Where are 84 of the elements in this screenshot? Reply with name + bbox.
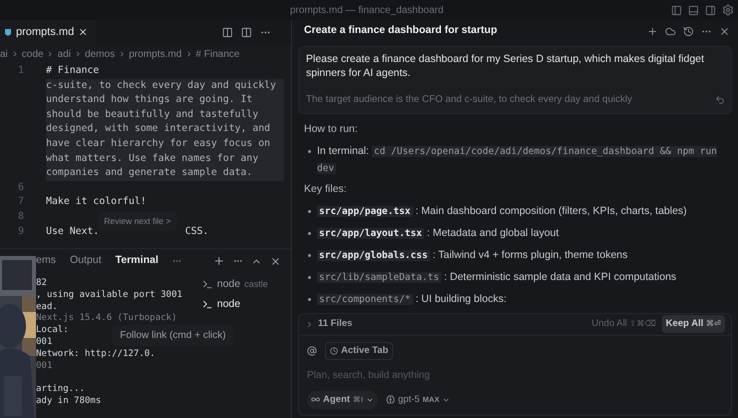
code-line: what matters. Use fake names for any xyxy=(46,152,258,166)
files-summary[interactable]: 11 Files xyxy=(318,316,352,332)
undo-all-button[interactable]: Undo All ⇧⌘⌫ xyxy=(592,316,656,332)
close-icon[interactable] xyxy=(270,256,281,266)
code-line: have clear hierarchy for easy focus on xyxy=(46,136,270,151)
secondary-sidebar-icon[interactable] xyxy=(705,4,716,16)
split-editor-icon[interactable] xyxy=(241,26,252,38)
editor-tab[interactable]: prompts.md xyxy=(0,20,96,44)
chat-title: Create a finance dashboard for startup xyxy=(304,23,498,38)
bullet-icon xyxy=(308,210,311,212)
bullet-text: src/app/page.tsx : Main dashboard composition (filters, KPIs, charts, tables) xyxy=(317,204,687,218)
link-tooltip: Follow link (cmd + click) xyxy=(112,325,234,346)
line-number: 8 xyxy=(18,210,24,222)
history-icon[interactable] xyxy=(683,26,694,36)
window-title: prompts.md — finance_dashboard xyxy=(290,4,444,18)
code-line: CSS. xyxy=(185,224,209,239)
code-line: companies and generate sample data. xyxy=(46,166,252,180)
settings-icon[interactable] xyxy=(722,4,734,16)
line-number: 1 xyxy=(18,65,24,76)
terminal-line: 001 xyxy=(36,360,52,371)
bullet-text: In terminal: cd /Users/openai/code/adi/demos/finance_dashboard && npm run dev xyxy=(317,144,718,176)
terminal-line: Next.js 15.4.6 (Turbopack) xyxy=(36,313,177,324)
bullet-icon xyxy=(308,254,311,256)
brain-icon xyxy=(386,395,396,404)
breadcrumb-item[interactable]: # Finance xyxy=(196,46,240,62)
code-line: # Finance xyxy=(46,64,100,78)
mention-icon[interactable] xyxy=(307,346,317,356)
bullet-icon xyxy=(308,298,311,300)
terminal-icon xyxy=(202,279,213,290)
new-terminal-icon[interactable] xyxy=(213,255,225,267)
panel-toggle-icon[interactable] xyxy=(688,4,699,16)
terminal-icon xyxy=(202,299,213,310)
infinity-icon xyxy=(311,395,320,404)
markdown-file-icon xyxy=(4,28,12,36)
terminal-line: ady in 780ms xyxy=(36,396,102,406)
breadcrumb-item[interactable]: code xyxy=(22,46,44,62)
breadcrumb-item[interactable]: prompts.md xyxy=(128,46,182,62)
section-heading: How to run: xyxy=(304,122,359,137)
new-chat-icon[interactable] xyxy=(647,26,658,36)
bullet-icon xyxy=(308,276,311,278)
section-heading: Key files: xyxy=(304,182,348,197)
undo-icon[interactable] xyxy=(715,95,725,105)
bullet-text: src/app/layout.tsx : Metadata and global layout xyxy=(317,226,559,240)
panel-tab[interactable]: Terminal xyxy=(115,253,158,269)
expand-icon[interactable] xyxy=(305,320,314,328)
bullet-text: src/components/* : UI building blocks: xyxy=(317,292,506,306)
line-number: 7 xyxy=(18,196,24,208)
bullet-text: src/lib/sampleData.ts : Deterministic sample data and KPI computations xyxy=(317,270,676,284)
terminal-list-item[interactable]: node castle xyxy=(202,277,291,293)
terminal-line: arting... xyxy=(36,384,85,394)
cloud-icon[interactable] xyxy=(665,26,676,36)
terminal-line: Local: xyxy=(36,325,69,336)
code-line: Use Next. xyxy=(46,224,100,239)
context-chip[interactable]: Active Tab xyxy=(325,342,394,360)
terminal-line: ead. xyxy=(36,302,58,312)
breadcrumb-item[interactable]: ai xyxy=(0,46,8,62)
prompt-text: The target audience is the CFO and c-suite, to check every day and quickly xyxy=(306,93,634,107)
code-line: designed, with some interactivity, and xyxy=(46,122,270,136)
bullet-icon xyxy=(308,150,311,153)
breadcrumb-item[interactable]: adi xyxy=(57,46,71,62)
terminal-line: 001 xyxy=(36,336,52,347)
breadcrumb-item[interactable]: demos xyxy=(84,46,115,62)
preview-icon[interactable] xyxy=(222,26,233,38)
bullet-text: src/app/globals.css : Tailwind v4 + forms plugin, theme tokens xyxy=(317,248,628,262)
code-line: Make it colorful! xyxy=(46,195,146,210)
terminal-list-item[interactable]: node xyxy=(202,296,291,312)
clock-icon xyxy=(330,346,338,355)
panel-tab[interactable]: Output xyxy=(70,253,102,269)
chat-input[interactable]: Plan, search, build anything xyxy=(307,368,723,383)
line-number: 9 xyxy=(18,226,24,237)
terminal-line: Network: http://127.0. xyxy=(36,348,156,359)
code-line: c-suite, to check every day and quickly xyxy=(46,78,276,93)
close-icon[interactable] xyxy=(78,27,88,37)
code-line: should be beautifully and tastefully xyxy=(46,108,258,122)
keep-all-button[interactable]: Keep All ⌘⏎ xyxy=(662,314,725,334)
bullet-icon xyxy=(308,232,311,234)
terminal-line: , using available port 3001 xyxy=(36,290,182,300)
panel-tab[interactable]: ems xyxy=(36,253,56,269)
sidebar-toggle-icon[interactable] xyxy=(671,4,682,16)
prompt-text: Please create a finance dashboard for my Series D startup, which makes digital fidget spinners for AI agents. xyxy=(306,52,706,80)
terminal-line: 82 xyxy=(36,278,47,288)
line-number: 6 xyxy=(18,182,24,193)
code-line: understand how things are going. It xyxy=(46,93,252,108)
review-tooltip[interactable]: Review next file > xyxy=(98,212,177,231)
